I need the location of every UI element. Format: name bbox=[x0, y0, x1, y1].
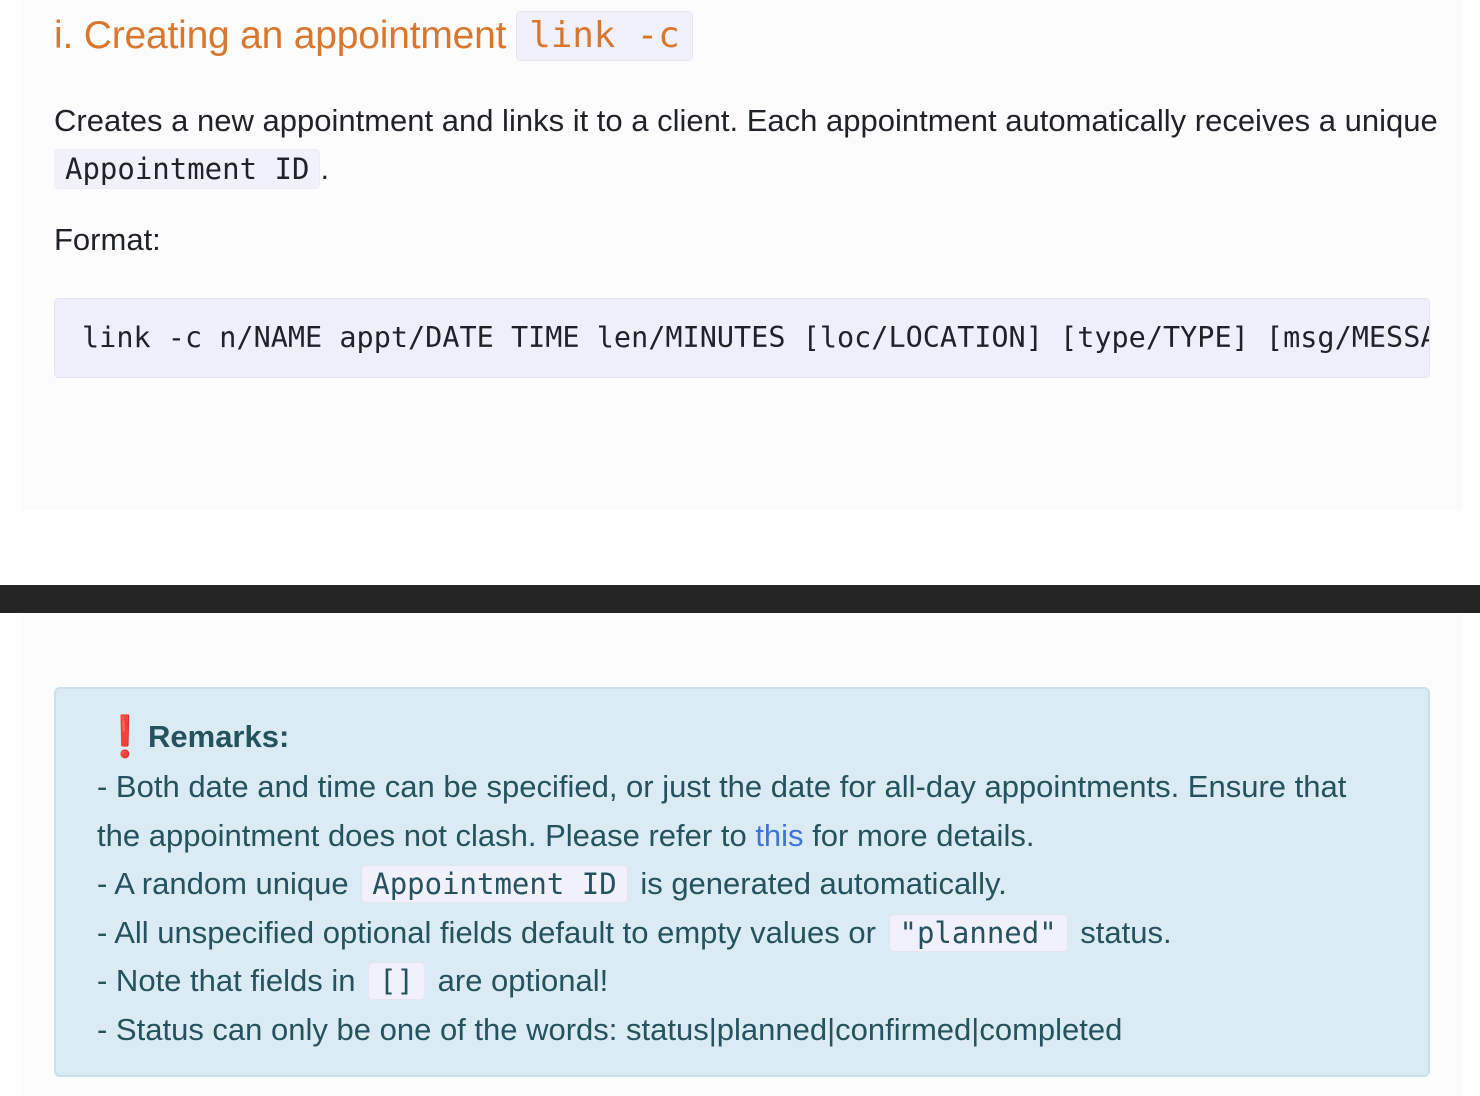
section-heading: i. Creating an appointment link -c bbox=[54, 8, 693, 64]
remark-line-4-code: [] bbox=[368, 962, 426, 1000]
description-text: Creates a new appointment and links it t… bbox=[54, 103, 1438, 138]
doc-page: i. Creating an appointment link -c Creat… bbox=[0, 0, 1480, 1096]
section-heading-text: i. Creating an appointment bbox=[54, 14, 507, 57]
remark-line-3-tail: status. bbox=[1080, 914, 1172, 950]
remark-line-3: - All unspecified optional fields defaul… bbox=[97, 909, 1397, 958]
remark-line-1: - Both date and time can be specified, o… bbox=[97, 763, 1397, 860]
remark-line-3-code: "planned" bbox=[888, 913, 1068, 952]
remark-line-4-text: - Note that fields in bbox=[97, 963, 356, 998]
format-label: Format: bbox=[54, 222, 161, 257]
remark-details-link[interactable]: this bbox=[755, 818, 803, 853]
remark-line-2-tail: is generated automatically. bbox=[640, 866, 1007, 901]
description-code: Appointment ID bbox=[54, 149, 321, 189]
remarks-callout: ❗ Remarks: - Both date and time can be s… bbox=[54, 687, 1430, 1077]
remark-line-5: - Status can only be one of the words: s… bbox=[97, 1011, 1123, 1047]
remark-line-1-tail: for more details. bbox=[812, 817, 1035, 853]
description-period: . bbox=[320, 151, 330, 186]
format-code-block[interactable]: link -c n/NAME appt/DATE TIME len/MINUTE… bbox=[54, 298, 1430, 378]
top-content-panel bbox=[22, 0, 1462, 510]
section-description: Creates a new appointment and links it t… bbox=[54, 97, 1444, 193]
remark-line-2: - A random unique Appointment ID is gene… bbox=[97, 860, 1397, 909]
screenshot-divider bbox=[0, 585, 1480, 613]
section-heading-command: link -c bbox=[516, 11, 693, 61]
exclamation-icon: ❗ bbox=[100, 715, 150, 759]
remark-line-3-text: - All unspecified optional fields defaul… bbox=[97, 914, 876, 950]
remarks-title-text: Remarks: bbox=[148, 719, 290, 754]
remarks-body: - Both date and time can be specified, o… bbox=[97, 763, 1397, 1054]
remark-line-1-text: - Both date and time can be specified, o… bbox=[97, 769, 1347, 853]
format-code-text: link -c n/NAME appt/DATE TIME len/MINUTE… bbox=[82, 321, 1430, 354]
remarks-title: ❗ Remarks: bbox=[100, 717, 289, 757]
remark-line-2-text: - A random unique bbox=[97, 866, 349, 901]
remark-line-4: - Note that fields in [] are optional! bbox=[97, 957, 1397, 1006]
remark-line-4-tail: are optional! bbox=[437, 963, 609, 998]
remark-line-2-code: Appointment ID bbox=[361, 865, 628, 903]
